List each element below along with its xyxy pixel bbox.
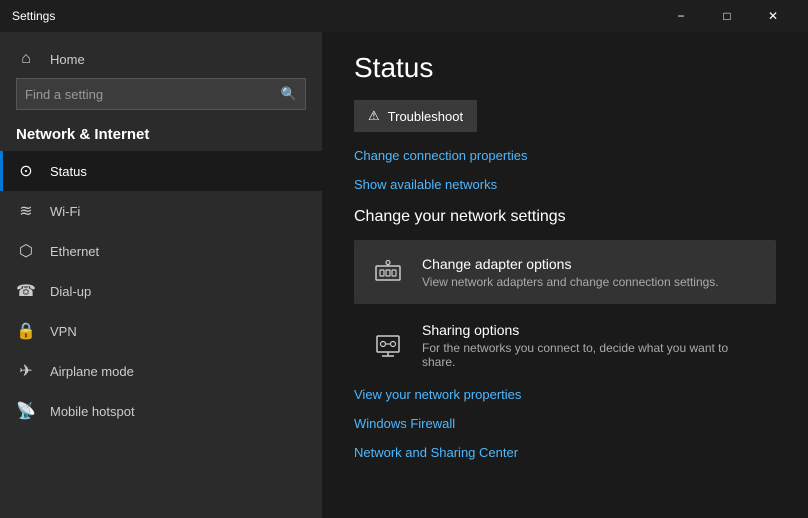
sidebar-item-label: Ethernet [50,244,99,259]
sidebar-item-label: Mobile hotspot [50,404,135,419]
close-button[interactable]: ✕ [750,0,796,32]
sidebar-item-home[interactable]: ⌂ Home [0,32,322,78]
troubleshoot-icon: ⚠ [368,108,380,124]
maximize-button[interactable]: □ [704,0,750,32]
app-body: ⌂ Home 🔍 Network & Internet ⊙ Status ≋ W… [0,32,808,518]
troubleshoot-button[interactable]: ⚠ Troubleshoot [354,100,477,132]
change-adapter-item[interactable]: Change adapter options View network adap… [354,240,776,304]
content-area: Status ⚠ Troubleshoot Change connection … [322,32,808,518]
sidebar-item-ethernet[interactable]: ⬡ Ethernet [0,231,322,271]
hotspot-icon: 📡 [16,401,36,421]
sidebar-item-label: VPN [50,324,77,339]
ethernet-icon: ⬡ [16,241,36,261]
sharing-options-item[interactable]: Sharing options For the networks you con… [354,308,776,383]
sidebar-item-wifi[interactable]: ≋ Wi-Fi [0,191,322,231]
sidebar-item-dialup[interactable]: ☎ Dial-up [0,271,322,311]
adapter-title: Change adapter options [422,256,719,272]
sidebar-item-label: Status [50,164,87,179]
adapter-desc: View network adapters and change connect… [422,275,719,289]
search-icon: 🔍 [273,78,305,110]
sidebar-item-vpn[interactable]: 🔒 VPN [0,311,322,351]
titlebar: Settings − □ ✕ [0,0,808,32]
sharing-icon [370,328,406,364]
troubleshoot-label: Troubleshoot [388,109,463,124]
minimize-button[interactable]: − [658,0,704,32]
sidebar-item-status[interactable]: ⊙ Status [0,151,322,191]
sidebar-item-label: Wi-Fi [50,204,80,219]
windows-firewall-link[interactable]: Windows Firewall [354,416,776,431]
home-icon: ⌂ [16,50,36,68]
sidebar-home-label: Home [50,52,85,67]
sidebar-item-hotspot[interactable]: 📡 Mobile hotspot [0,391,322,431]
vpn-icon: 🔒 [16,321,36,341]
sharing-text: Sharing options For the networks you con… [422,322,760,369]
wifi-icon: ≋ [16,201,36,221]
section-label: Network & Internet [0,122,322,151]
page-title: Status [354,52,776,84]
sidebar-item-label: Dial-up [50,284,91,299]
sharing-center-link[interactable]: Network and Sharing Center [354,445,776,460]
status-icon: ⊙ [16,161,36,181]
dialup-icon: ☎ [16,281,36,301]
sidebar: ⌂ Home 🔍 Network & Internet ⊙ Status ≋ W… [0,32,322,518]
window-controls: − □ ✕ [658,0,796,32]
sharing-title: Sharing options [422,322,760,338]
network-settings-heading: Change your network settings [354,208,776,226]
sharing-desc: For the networks you connect to, decide … [422,341,760,369]
sidebar-item-label: Airplane mode [50,364,134,379]
network-properties-link[interactable]: View your network properties [354,387,776,402]
adapter-icon [370,254,406,290]
change-connection-link[interactable]: Change connection properties [354,148,776,163]
search-input[interactable] [17,87,273,102]
sidebar-item-airplane[interactable]: ✈ Airplane mode [0,351,322,391]
show-networks-link[interactable]: Show available networks [354,177,776,192]
titlebar-title: Settings [12,9,658,23]
airplane-icon: ✈ [16,361,36,381]
search-box[interactable]: 🔍 [16,78,306,110]
adapter-text: Change adapter options View network adap… [422,256,719,289]
